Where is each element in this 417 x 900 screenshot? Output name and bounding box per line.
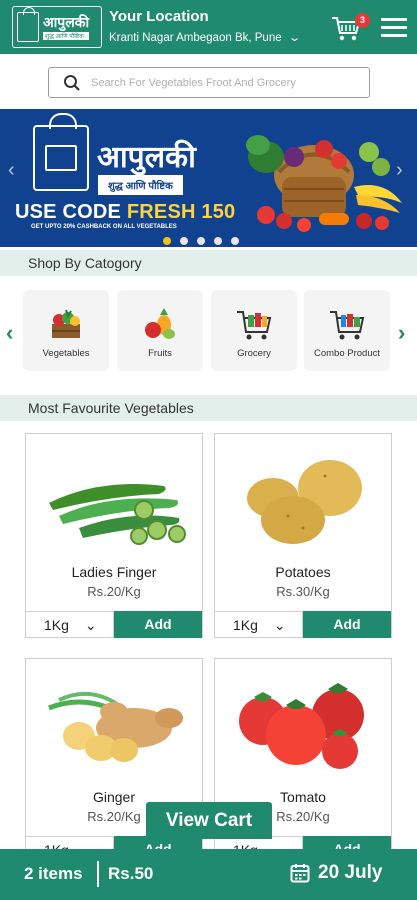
chevron-down-icon: ⌄ (273, 616, 286, 633)
location-selector[interactable]: Kranti Nagar Ambegaon Bk, Pune ⌄ (109, 31, 301, 45)
promo-code-prefix: USE CODE (15, 201, 122, 223)
banner-bag-icon (33, 113, 89, 191)
app-logo[interactable]: आपुलकी शुद्ध आणि पौष्टिक (12, 6, 102, 48)
product-price: Rs.30/Kg (276, 584, 330, 599)
quantity-value: 1Kg (44, 617, 69, 633)
delivery-date[interactable]: 20 July (318, 862, 382, 884)
carousel-dot[interactable] (180, 237, 188, 245)
product-image (215, 659, 391, 787)
fruits-icon (145, 308, 175, 339)
category-prev-arrow-icon[interactable]: ‹ (6, 320, 13, 346)
product-image (26, 434, 202, 562)
combo-cart-icon (330, 311, 365, 340)
product-card-ladies-finger[interactable]: Ladies Finger Rs.20/Kg 1Kg ⌄ Add (25, 433, 203, 638)
cart-total: Rs.50 (108, 864, 154, 883)
divider (97, 861, 99, 887)
quantity-select[interactable]: 1Kg ⌄ (26, 611, 114, 638)
calendar-icon[interactable] (290, 863, 310, 883)
category-combo-product[interactable]: Combo Product (304, 290, 390, 371)
banner-cashback-text: GET UPTO 20% CASHBACK ON ALL VEGETABLES (31, 224, 177, 230)
vegetable-basket-image (246, 135, 402, 232)
cart-items-count: 2 items (24, 864, 83, 883)
banner-brand: आपुलकी (97, 141, 196, 174)
search-icon (64, 74, 80, 91)
search-input[interactable] (91, 76, 351, 89)
location-title: Your Location (109, 8, 209, 25)
banner-promo-code: USE CODE FRESH 150 (15, 201, 235, 224)
search-bar[interactable] (48, 67, 370, 98)
product-price: Rs.20/Kg (87, 584, 141, 599)
location-address: Kranti Nagar Ambegaon Bk, Pune (109, 31, 282, 44)
carousel-dot[interactable] (197, 237, 205, 245)
add-button[interactable]: Add (303, 611, 391, 638)
grocery-cart-icon (237, 311, 272, 340)
promo-banner[interactable]: ‹ › आपुलकी शुद्ध आणि पौष्टिक USE CODE FR… (0, 109, 417, 247)
category-vegetables[interactable]: Vegetables (23, 290, 109, 371)
promo-code: FRESH 150 (126, 201, 236, 223)
category-grocery[interactable]: Grocery (211, 290, 297, 371)
category-label: Combo Product (313, 348, 380, 359)
add-button[interactable]: Add (114, 611, 202, 638)
quantity-value: 1Kg (233, 617, 258, 633)
chevron-down-icon: ⌄ (84, 616, 97, 633)
favourites-section-title: Most Favourite Vegetables (0, 395, 417, 421)
cart-summary-bar: 2 items Rs.50 20 July (0, 849, 417, 900)
ladies-finger-image (49, 484, 186, 545)
product-name: Potatoes (275, 564, 331, 580)
product-image (215, 434, 391, 562)
potatoes-image (247, 460, 362, 544)
category-label: Fruits (148, 348, 172, 359)
ginger-image (48, 692, 183, 762)
quantity-select[interactable]: 1Kg ⌄ (215, 611, 303, 638)
carousel-dots (163, 237, 239, 245)
hamburger-menu-icon[interactable] (381, 18, 407, 38)
category-fruits[interactable]: Fruits (117, 290, 203, 371)
chevron-down-icon: ⌄ (287, 32, 301, 44)
vegetable-crate-icon (52, 309, 80, 338)
product-card-potatoes[interactable]: Potatoes Rs.30/Kg 1Kg ⌄ Add (214, 433, 392, 638)
category-label: Vegetables (42, 348, 90, 359)
banner-prev-arrow-icon[interactable]: ‹ (8, 159, 15, 182)
view-cart-button[interactable]: View Cart (146, 802, 272, 839)
carousel-dot[interactable] (231, 237, 239, 245)
carousel-dot[interactable] (214, 237, 222, 245)
banner-tagline: शुद्ध आणि पौष्टिक (98, 175, 183, 195)
shopping-bag-icon (17, 7, 39, 42)
app-header: आपुलकी शुद्ध आणि पौष्टिक Your Location K… (0, 0, 417, 54)
cart-count-badge: 3 (355, 13, 370, 28)
product-name: Ladies Finger (71, 564, 157, 580)
category-next-arrow-icon[interactable]: › (398, 320, 405, 346)
category-section-title: Shop By Catogory (0, 250, 417, 276)
tomato-image (239, 683, 364, 769)
category-label: Grocery (237, 348, 271, 359)
logo-tagline: शुद्ध आणि पौष्टिक (43, 32, 90, 40)
product-image (26, 659, 202, 787)
carousel-dot[interactable] (163, 237, 171, 245)
logo-text: आपुलकी (43, 14, 90, 30)
